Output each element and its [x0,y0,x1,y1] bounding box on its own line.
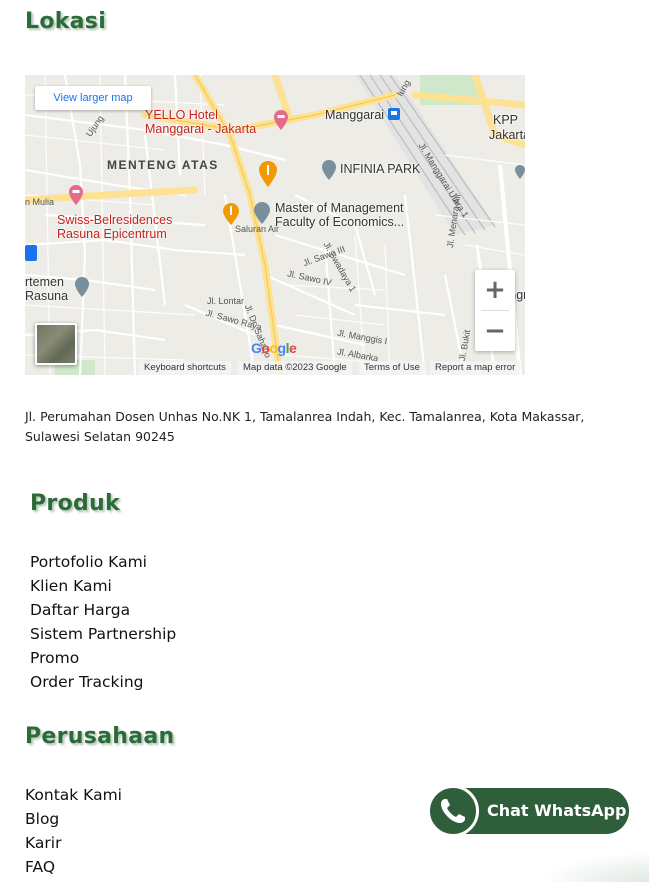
map-label-master-sub: Faculty of Economics... [275,215,405,229]
map-data-attribution: Map data ©2023 Google [238,361,352,375]
map-label-infinia-park: INFINIA PARK [340,162,421,176]
map-label-menteng-atas: MENTENG ATAS [107,158,219,172]
link-kontak-kami[interactable]: Kontak Kami [25,783,122,807]
link-klien-kami[interactable]: Klien Kami [30,574,176,598]
google-logo: Google [251,340,297,356]
view-larger-map-link[interactable]: View larger map [35,86,151,110]
map-label-saluran-air: Saluran Air [235,224,280,234]
perusahaan-link-list: Kontak Kami Blog Karir FAQ [25,783,122,879]
train-station-icon[interactable] [388,108,400,120]
corner-decoration [540,852,649,882]
school-pin-icon[interactable] [254,202,270,224]
link-daftar-harga[interactable]: Daftar Harga [30,598,176,622]
hotel-pin-icon[interactable] [69,185,83,205]
produk-link-list: Portofolio Kami Klien Kami Daftar Harga … [30,550,176,694]
link-promo[interactable]: Promo [30,646,176,670]
building-icon[interactable] [25,245,37,261]
map-label-yello-hotel-sub: Manggarai - Jakarta [145,122,257,136]
link-order-tracking[interactable]: Order Tracking [30,670,176,694]
zoom-in-button[interactable]: + [475,270,515,310]
keyboard-shortcuts-link[interactable]: Keyboard shortcuts [139,361,231,375]
section-title-perusahaan: Perusahaan [25,724,175,749]
satellite-layer-toggle[interactable] [35,323,77,365]
link-portofolio-kami[interactable]: Portofolio Kami [30,550,176,574]
map-attribution-bar: Keyboard shortcuts Map data ©2023 Google… [25,361,525,375]
zoom-control: + − [475,270,515,351]
map-label-n-mulia: n Mulia [25,197,55,207]
yello-hotel-pin-icon[interactable] [274,110,288,130]
embedded-map[interactable]: YELLO Hotel Manggarai - Jakarta Manggara… [25,75,525,375]
place-pin-icon[interactable] [75,277,89,297]
map-label-swiss: Swiss-Belresidences [57,213,173,227]
map-label-master: Master of Management [275,201,404,215]
map-label-kpp: KPP [493,113,519,127]
map-label-jakarta-ja: Jakarta Ja [489,128,525,142]
chat-whatsapp-button[interactable]: Chat WhatsApp [427,785,629,837]
link-karir[interactable]: Karir [25,831,122,855]
phone-icon [427,785,479,837]
link-blog[interactable]: Blog [25,807,122,831]
link-sistem-partnership[interactable]: Sistem Partnership [30,622,176,646]
infinia-park-pin-icon[interactable] [322,160,336,180]
address-text: Jl. Perumahan Dosen Unhas No.NK 1, Tamal… [25,409,585,444]
report-map-error-link[interactable]: Report a map error [430,361,521,375]
restaurant-pin-2-icon[interactable] [223,203,239,225]
chat-whatsapp-label: Chat WhatsApp [487,801,627,820]
map-label-jl-lontar: Jl. Lontar [207,296,245,306]
terms-of-use-link[interactable]: Terms of Use [359,361,425,375]
map-label-swiss-sub: Rasuna Epicentrum [57,227,167,241]
section-title-produk: Produk [30,491,120,516]
restaurant-pin-icon[interactable] [259,161,277,187]
map-label-manggarai: Manggarai [325,108,385,122]
map-label-rasuna: Rasuna [25,289,69,303]
section-title-lokasi: Lokasi [25,9,107,34]
zoom-out-button[interactable]: − [475,311,515,351]
map-label-rtemen: rtemen [25,275,64,289]
map-label-yello-hotel: YELLO Hotel [145,108,218,122]
link-faq[interactable]: FAQ [25,855,122,879]
pin-edge-icon[interactable] [515,165,525,179]
